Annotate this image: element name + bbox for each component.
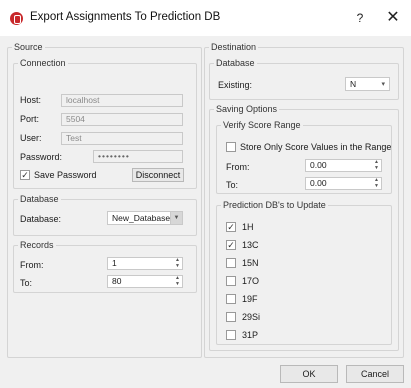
prediction-db-label: 19F [242,294,258,304]
close-button[interactable]: ✕ [382,7,404,29]
source-legend: Source [14,42,43,52]
spin-arrows-icon[interactable]: ▲ ▼ [373,160,380,171]
existing-label: Existing: [218,80,253,90]
port-field[interactable]: 5504 [61,113,183,126]
app-logo-icon [10,12,23,25]
destination-legend: Destination [211,42,257,52]
host-field[interactable]: localhost [61,94,183,107]
cancel-button[interactable]: Cancel [346,365,404,383]
checkmark-icon: ✓ [21,170,29,180]
prediction-db-label: 1H [242,222,254,232]
prediction-db-checkbox[interactable] [226,312,236,322]
source-database-legend: Database [20,194,59,204]
source-database-value: New_Database [112,213,171,223]
records-to-spinbox[interactable]: 80 ▲ ▼ [107,275,183,288]
prediction-db-checkbox[interactable] [226,276,236,286]
save-password-checkbox[interactable]: ✓ [20,170,30,180]
port-label: Port: [20,114,40,124]
prediction-db-checkbox[interactable] [226,258,236,268]
spin-arrows-icon[interactable]: ▲ ▼ [373,178,380,189]
ok-button[interactable]: OK [280,365,338,383]
prediction-db-label: 17O [242,276,260,286]
prediction-dbs-legend: Prediction DB's to Update [223,200,326,210]
verify-from-value: 0.00 [310,160,327,170]
verify-from-label: From: [226,162,250,172]
store-only-label: Store Only Score Values in the Range [240,142,392,152]
prediction-db-label: 13C [242,240,259,250]
spin-arrows-icon[interactable]: ▲ ▼ [174,258,181,269]
title-bar: Export Assignments To Prediction DB ? ✕ [0,0,411,36]
disconnect-button[interactable]: Disconnect [132,168,184,182]
verify-to-label: To: [226,180,239,190]
records-from-label: From: [20,260,44,270]
existing-value: N [350,79,357,89]
checkmark-icon: ✓ [227,240,235,250]
source-database-label: Database: [20,214,62,224]
help-button[interactable]: ? [350,8,370,28]
existing-dropdown[interactable]: N ▾ [345,77,390,91]
host-label: Host: [20,95,42,105]
records-to-label: To: [20,278,33,288]
connection-legend: Connection [20,58,66,68]
records-legend: Records [20,240,54,250]
user-label: User: [20,133,42,143]
prediction-db-label: 31P [242,330,259,340]
password-label: Password: [20,152,63,162]
verify-score-range-legend: Verify Score Range [223,120,301,130]
checkmark-icon: ✓ [227,222,235,232]
chevron-down-icon: ▾ [381,81,385,88]
records-from-value: 1 [112,258,117,268]
store-only-checkbox[interactable] [226,142,236,152]
user-field[interactable]: Test [61,132,183,145]
records-from-spinbox[interactable]: 1 ▲ ▼ [107,257,183,270]
prediction-db-checkbox[interactable]: ✓ [226,222,236,232]
saving-options-legend: Saving Options [216,104,278,114]
prediction-db-checkbox[interactable] [226,294,236,304]
spin-arrows-icon[interactable]: ▲ ▼ [174,276,181,287]
verify-from-spinbox[interactable]: 0.00 ▲ ▼ [305,159,382,172]
password-field[interactable]: •••••••• [93,150,183,163]
prediction-db-label: 29Si [242,312,261,322]
prediction-db-checkbox[interactable]: ✓ [226,240,236,250]
verify-to-value: 0.00 [310,178,327,188]
window-title: Export Assignments To Prediction DB [30,11,221,23]
chevron-down-icon[interactable]: ▼ [170,212,182,224]
prediction-db-checkbox[interactable] [226,330,236,340]
source-database-combo[interactable]: New_Database ▼ [107,211,183,225]
verify-to-spinbox[interactable]: 0.00 ▲ ▼ [305,177,382,190]
destination-database-legend: Database [216,58,255,68]
prediction-db-label: 15N [242,258,259,268]
save-password-label: Save Password [34,170,97,180]
records-to-value: 80 [112,276,122,286]
